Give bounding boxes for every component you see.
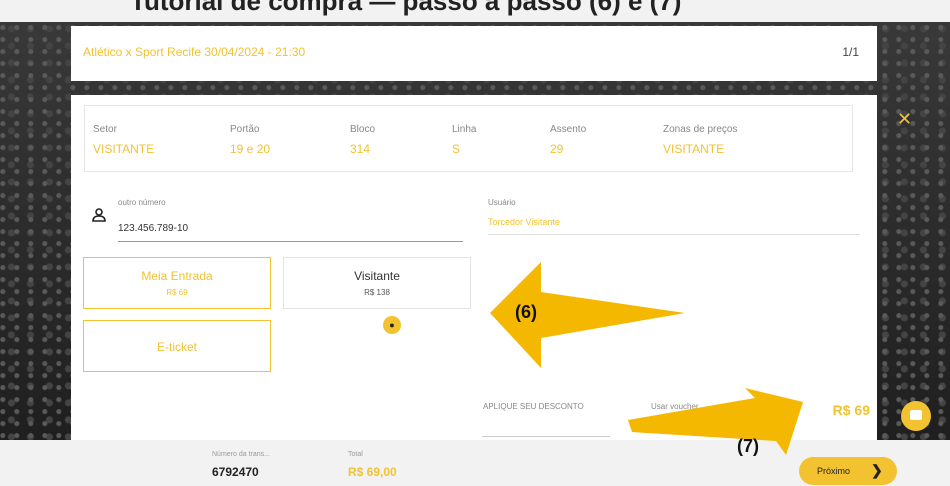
chevron-right-icon: ❯ — [871, 462, 883, 478]
next-button-label: Próximo — [817, 466, 851, 476]
next-button[interactable]: Próximo ❯ — [799, 457, 897, 485]
step7-label: (7) — [737, 436, 759, 456]
arrow-step7 — [628, 388, 803, 455]
tutorial-arrows — [490, 262, 803, 455]
step6-label: (6) — [515, 302, 537, 322]
